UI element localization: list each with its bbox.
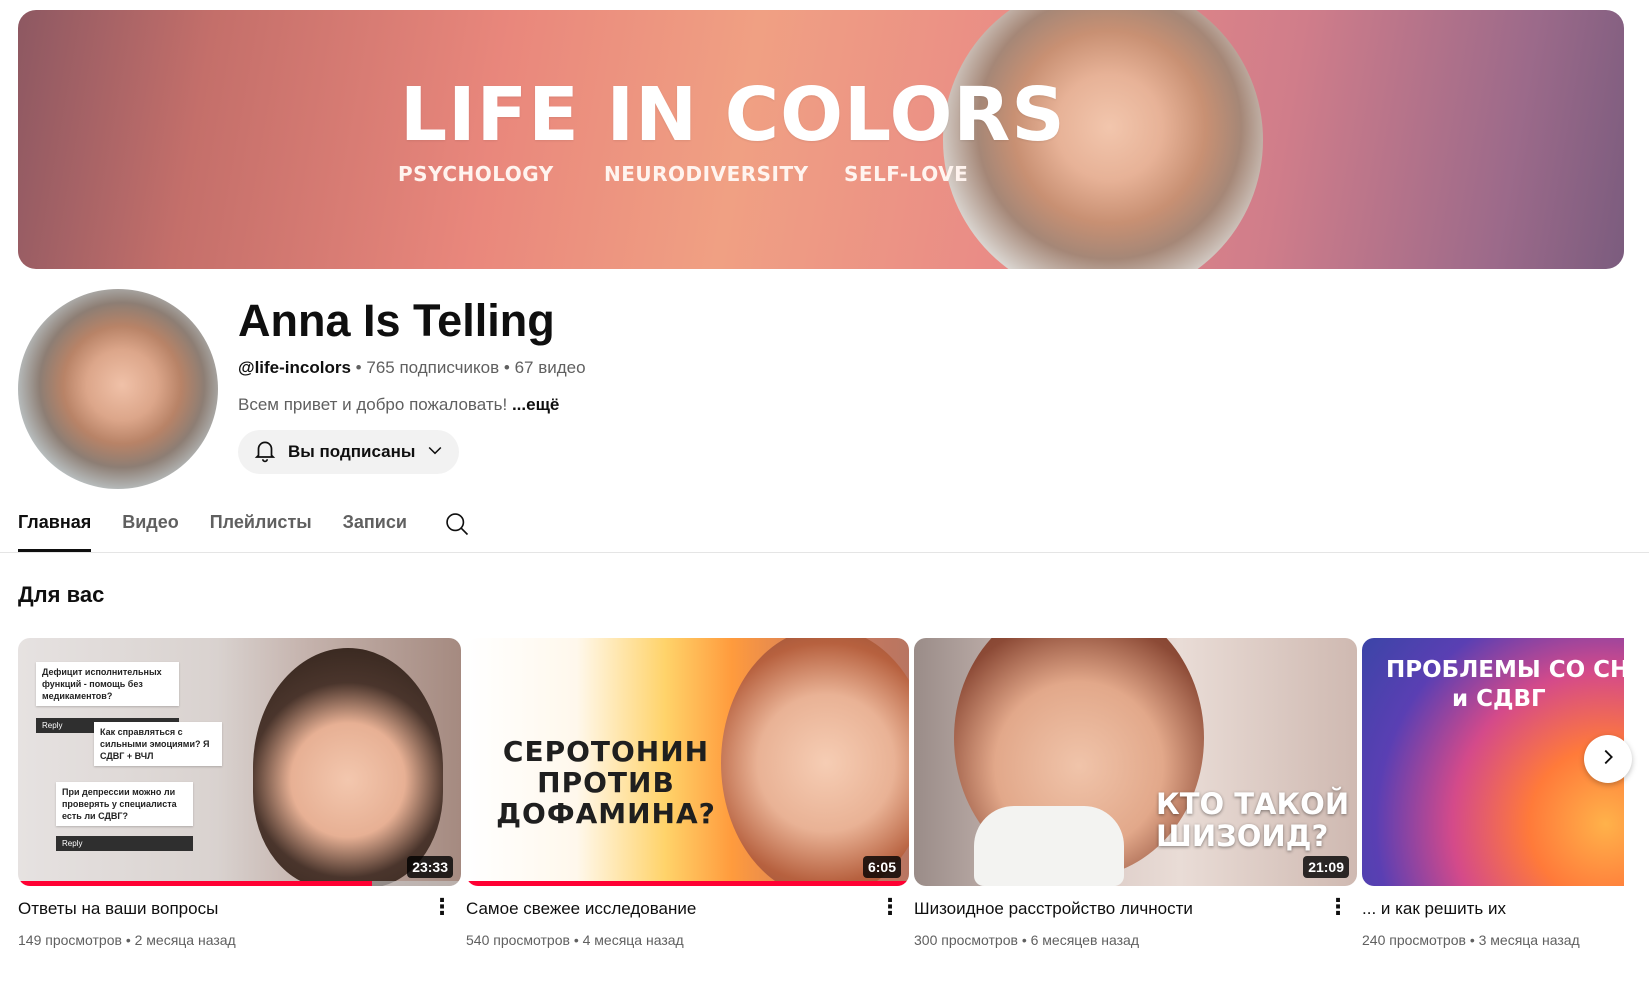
subscriber-count: 765 подписчиков	[366, 358, 500, 377]
subscribed-button[interactable]: Вы подписаны	[238, 430, 459, 474]
video-meta: 300 просмотров • 6 месяцев назад	[914, 932, 1357, 948]
video-card[interactable]: Дефицит исполнительных функций - помощь …	[18, 638, 461, 948]
meta-separator: •	[1469, 932, 1475, 948]
upload-age: 6 месяцев назад	[1030, 932, 1140, 948]
more-vert-icon[interactable]: ⋮	[879, 896, 901, 918]
tab-videos[interactable]: Видео	[122, 508, 179, 552]
tab-home[interactable]: Главная	[18, 508, 92, 552]
thumbnail-text: КТО ТАКОЙ ШИЗОИД?	[1156, 788, 1349, 852]
channel-meta: @life-incolors • 765 подписчиков • 67 ви…	[238, 358, 586, 378]
view-count: 540 просмотров	[466, 932, 570, 948]
view-count: 300 просмотров	[914, 932, 1018, 948]
video-card-clip: ПРОБЛЕМЫ СО СНОМ и СДВГ ... и как решить…	[1356, 638, 1624, 958]
thumb-note: Дефицит исполнительных функций - помощь …	[36, 662, 179, 706]
more-vert-icon[interactable]: ⋮	[431, 896, 453, 918]
meta-separator: •	[355, 358, 362, 377]
video-title[interactable]: Ответы на ваши вопросы	[18, 899, 461, 919]
search-icon[interactable]	[443, 510, 471, 543]
thumbnail-text-line: ШИЗОИД?	[1156, 819, 1329, 853]
thumbnail-text-line: ПРОБЛЕМЫ СО СНОМ	[1386, 657, 1624, 683]
chevron-down-icon	[425, 440, 445, 465]
video-meta: 240 просмотров • 3 месяца назад	[1362, 932, 1624, 948]
meta-separator: •	[1021, 932, 1027, 948]
video-card[interactable]: КТО ТАКОЙ ШИЗОИД? 21:09 ⋮ Шизоидное расс…	[914, 638, 1357, 948]
channel-handle: @life-incolors	[238, 358, 351, 377]
banner-tag-self-love: SELF-LOVE	[844, 162, 969, 186]
duration-badge: 6:05	[862, 856, 901, 878]
bell-icon	[252, 437, 278, 468]
channel-tabs: Главная Видео Плейлисты Записи	[18, 508, 438, 552]
upload-age: 3 месяца назад	[1478, 932, 1580, 948]
meta-separator: •	[125, 932, 131, 948]
watch-progress	[466, 881, 909, 886]
channel-description[interactable]: Всем привет и добро пожаловать! ...ещё	[238, 395, 559, 415]
thumbnail-text-line: ДОФАМИНА?	[496, 797, 716, 830]
video-meta: 149 просмотров • 2 месяца назад	[18, 932, 461, 948]
duration-badge: 21:09	[1303, 856, 1349, 878]
meta-separator: •	[573, 932, 579, 948]
thumbnail-text-line: ПРОТИВ	[537, 766, 675, 799]
more-vert-icon[interactable]: ⋮	[1327, 896, 1349, 918]
thumbnail-text: СЕРОТОНИН ПРОТИВ ДОФАМИНА?	[486, 736, 726, 829]
duration-badge: 23:33	[407, 856, 453, 878]
section-title: Для вас	[18, 582, 105, 607]
view-count: 240 просмотров	[1362, 932, 1466, 948]
video-count: 67 видео	[514, 358, 586, 377]
thumbnail-text-line: КТО ТАКОЙ	[1156, 787, 1350, 821]
thumbnail-text: ПРОБЛЕМЫ СО СНОМ и СДВГ	[1386, 656, 1624, 714]
thumb-reply: Reply	[56, 836, 193, 851]
thumb-note: При депрессии можно ли проверять у специ…	[56, 782, 193, 826]
thumbnail-portrait	[253, 648, 443, 886]
video-thumbnail[interactable]: Дефицит исполнительных функций - помощь …	[18, 638, 461, 886]
tab-posts[interactable]: Записи	[343, 508, 407, 552]
tab-playlists[interactable]: Плейлисты	[210, 508, 312, 552]
channel-avatar[interactable]	[18, 289, 218, 489]
upload-age: 2 месяца назад	[134, 932, 236, 948]
banner-tag-psychology: PSYCHOLOGY	[398, 162, 554, 186]
upload-age: 4 месяца назад	[582, 932, 684, 948]
channel-banner: LIFE IN COLORS PSYCHOLOGY NEURODIVERSITY…	[18, 10, 1624, 269]
meta-separator: •	[503, 358, 510, 377]
channel-name: Anna Is Telling	[238, 295, 555, 346]
description-text: Всем привет и добро пожаловать!	[238, 395, 508, 414]
thumbnail-text-line: и СДВГ	[1452, 686, 1546, 712]
banner-title: LIFE IN COLORS	[400, 72, 1066, 158]
video-card[interactable]: СЕРОТОНИН ПРОТИВ ДОФАМИНА? 6:05 ⋮ Самое …	[466, 638, 909, 948]
tabs-divider	[0, 552, 1649, 553]
video-title[interactable]: ... и как решить их	[1362, 899, 1624, 919]
carousel-next-button[interactable]	[1584, 735, 1632, 783]
video-thumbnail[interactable]: СЕРОТОНИН ПРОТИВ ДОФАМИНА? 6:05	[466, 638, 909, 886]
chevron-right-icon	[1597, 746, 1619, 773]
banner-tag-neurodiversity: NEURODIVERSITY	[604, 162, 809, 186]
video-thumbnail[interactable]: КТО ТАКОЙ ШИЗОИД? 21:09	[914, 638, 1357, 886]
video-card[interactable]: ПРОБЛЕМЫ СО СНОМ и СДВГ ... и как решить…	[1362, 638, 1624, 948]
subscribed-label: Вы подписаны	[288, 442, 416, 461]
video-meta: 540 просмотров • 4 месяца назад	[466, 932, 909, 948]
thumbnail-cup	[974, 806, 1124, 886]
video-title[interactable]: Шизоидное расстройство личности	[914, 899, 1357, 919]
view-count: 149 просмотров	[18, 932, 122, 948]
thumb-note: Как справляться с сильными эмоциями? Я С…	[94, 722, 222, 766]
thumbnail-text-line: СЕРОТОНИН	[502, 735, 710, 768]
video-title[interactable]: Самое свежее исследование	[466, 899, 909, 919]
more-link[interactable]: ...ещё	[512, 395, 559, 414]
watch-progress	[18, 881, 373, 886]
thumbnail-portrait	[721, 638, 909, 886]
